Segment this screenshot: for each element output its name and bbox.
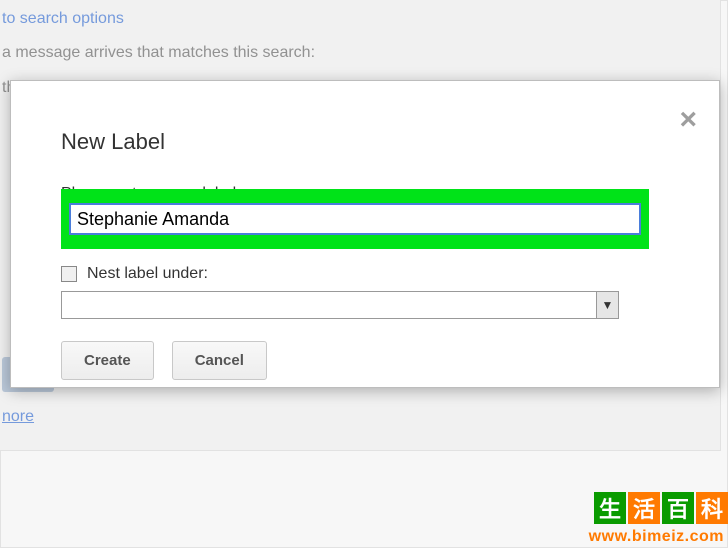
nest-label-text: Nest label under: [87, 265, 208, 283]
parent-label-select[interactable]: ▼ [61, 291, 619, 319]
new-label-dialog: × New Label Please enter a new label nam… [10, 80, 720, 388]
close-icon[interactable]: × [679, 105, 697, 135]
create-button[interactable]: Create [61, 341, 154, 380]
dialog-button-row: Create Cancel [61, 341, 669, 380]
label-name-input[interactable] [69, 203, 641, 235]
nest-label-checkbox[interactable] [61, 266, 77, 282]
dialog-title: New Label [61, 129, 669, 155]
cancel-button[interactable]: Cancel [172, 341, 267, 380]
chevron-down-icon[interactable]: ▼ [596, 292, 618, 318]
input-highlight [61, 189, 649, 249]
nest-label-row: Nest label under: [61, 265, 669, 283]
